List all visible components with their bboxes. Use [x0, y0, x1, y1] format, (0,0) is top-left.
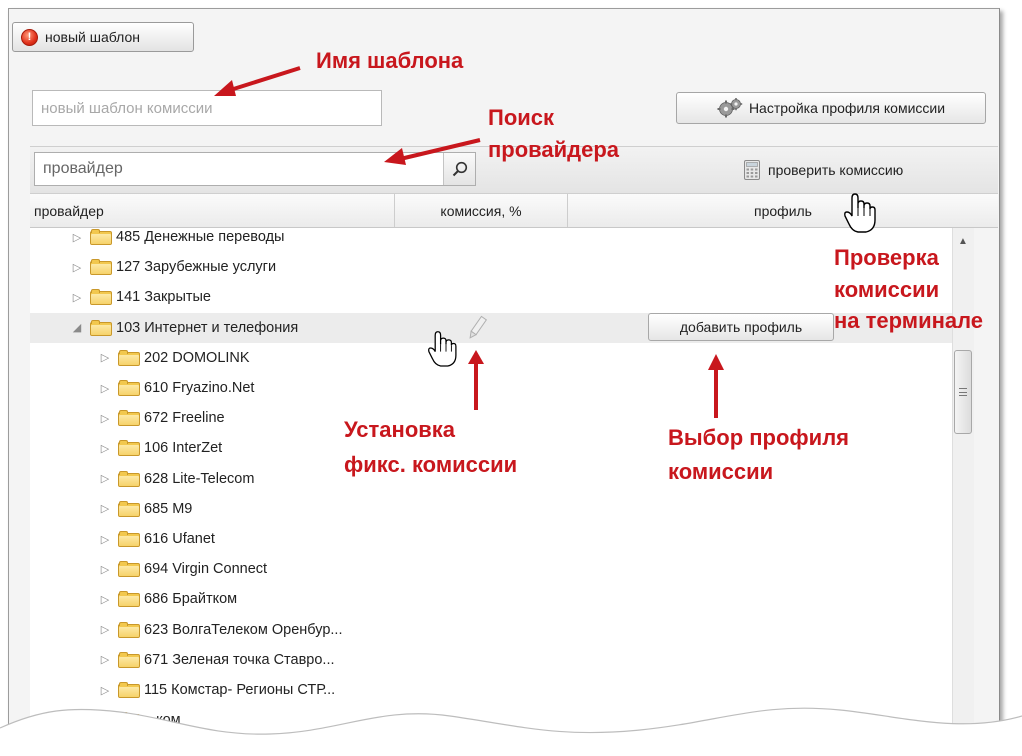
- folder-icon: [118, 621, 140, 638]
- expand-arrow-icon[interactable]: ▷: [70, 231, 84, 244]
- expand-arrow-icon[interactable]: ▷: [98, 382, 112, 395]
- expand-arrow-icon[interactable]: ▷: [98, 502, 112, 515]
- calculator-icon: [744, 160, 760, 180]
- tree-row-label: 623 ВолгаТелеком Оренбур...: [144, 621, 343, 638]
- folder-icon: [118, 531, 140, 547]
- tree-row[interactable]: ▷ 671 Зеленая точка Ставро...: [30, 645, 952, 675]
- tree-row-label: 671 Зеленая точка Ставро...: [144, 651, 335, 668]
- column-commission[interactable]: комиссия, %: [395, 194, 568, 227]
- tree-row-label: 686 Брайтком: [144, 591, 238, 608]
- tree-row-label: 685 M9: [144, 500, 193, 517]
- expand-arrow-icon[interactable]: ▷: [98, 653, 112, 666]
- folder-icon: [90, 319, 112, 336]
- annotation-profile-choice-line1: Выбор профиля: [668, 425, 850, 450]
- annotation-fixed-commission-line2: фикс. комиссии: [344, 452, 518, 477]
- tree-column-header: провайдер комиссия, % профиль: [30, 194, 998, 228]
- annotation-provider-search-line2: провайдера: [488, 137, 620, 162]
- folder-icon: [118, 470, 140, 487]
- tree-row-label: 141 Закрытые: [116, 289, 212, 306]
- annotation-provider-search-line1: Поиск: [488, 105, 555, 130]
- expand-arrow-icon[interactable]: ▷: [98, 351, 112, 364]
- magnifier-icon: [452, 161, 467, 177]
- tree-row-label: 106 InterZet: [144, 440, 223, 457]
- tree-row-label: 616 Ufanet: [144, 531, 215, 547]
- provider-search-input[interactable]: [35, 153, 443, 185]
- profile-settings-button[interactable]: Настройка профиля комиссии: [676, 92, 986, 124]
- tree-row[interactable]: ▷ 694 Virgin Connect: [30, 554, 952, 584]
- tree-row[interactable]: ▷ 685 M9: [30, 494, 952, 524]
- tree-row[interactable]: ▷ 485 Денежные переводы: [30, 228, 952, 252]
- pencil-icon[interactable]: [466, 314, 488, 342]
- annotation-profile-choice-line2: комиссии: [668, 459, 774, 484]
- check-commission-label: проверить комиссию: [768, 162, 904, 178]
- annotation-fixed-commission-line1: Установка: [344, 417, 456, 442]
- tree-row-label: 694 Virgin Connect: [144, 561, 268, 578]
- add-profile-button[interactable]: добавить профиль: [648, 313, 834, 341]
- gears-icon: [717, 98, 743, 118]
- expand-arrow-icon[interactable]: ▷: [98, 412, 112, 425]
- check-commission-button[interactable]: проверить комиссию: [736, 154, 970, 186]
- annotation-check-commission-line1: Проверка: [834, 245, 939, 270]
- expand-arrow-icon[interactable]: ▷: [98, 533, 112, 546]
- expand-arrow-icon[interactable]: ▷: [98, 563, 112, 576]
- provider-tree: ▷ 485 Денежные переводы ▷ 127 Зарубежные ус…: [30, 228, 952, 748]
- folder-icon: [118, 500, 140, 517]
- folder-icon: [118, 591, 140, 608]
- folder-icon: [90, 259, 112, 276]
- tree-row-label: 103 Интернет и телефония: [116, 319, 299, 336]
- expand-arrow-icon[interactable]: ▷: [98, 472, 112, 485]
- expand-arrow-icon[interactable]: ▷: [98, 623, 112, 636]
- expand-arrow-icon[interactable]: ▷: [70, 291, 84, 304]
- folder-icon: [118, 651, 140, 668]
- tree-row[interactable]: ▷ 686 Брайтком: [30, 584, 952, 614]
- vertical-scrollbar[interactable]: [952, 228, 974, 748]
- tree-row-label: 202 DOMOLINK: [144, 349, 250, 366]
- folder-icon: [90, 229, 112, 245]
- folder-icon: [90, 289, 112, 306]
- folder-icon: [118, 349, 140, 366]
- expand-arrow-icon[interactable]: ▷: [98, 442, 112, 455]
- column-provider[interactable]: провайдер: [30, 194, 395, 227]
- profile-settings-label: Настройка профиля комиссии: [748, 100, 946, 116]
- new-template-tab[interactable]: ! новый шаблон: [12, 22, 194, 52]
- annotation-check-commission-line2: комиссии: [834, 277, 940, 302]
- template-name-input[interactable]: [32, 90, 382, 126]
- add-profile-label: добавить профиль: [679, 319, 803, 335]
- collapse-arrow-icon[interactable]: ◢: [70, 321, 84, 334]
- column-profile-label: профиль: [754, 202, 812, 219]
- tree-row[interactable]: ▷ 127 Зарубежные услуги: [30, 252, 952, 282]
- tree-row-label: 485 Денежные переводы: [116, 229, 285, 245]
- grip-icon: [959, 388, 967, 396]
- expand-arrow-icon[interactable]: ▷: [98, 593, 112, 606]
- scroll-thumb[interactable]: [954, 350, 972, 434]
- provider-search: [34, 152, 476, 186]
- tree-row-label: 628 Lite-Telecom: [144, 470, 255, 487]
- tree-row[interactable]: ▷ 141 Закрытые: [30, 282, 952, 312]
- tree-row[interactable]: ▷ 616 Ufanet: [30, 524, 952, 554]
- tree-row[interactable]: ▷ 202 DOMOLINK: [30, 343, 952, 373]
- tree-row-label: 672 Freeline: [144, 410, 225, 427]
- annotation-check-commission-line3: на терминале: [834, 308, 984, 333]
- folder-icon: [118, 380, 140, 396]
- annotation-template-name: Имя шаблона: [316, 48, 464, 73]
- torn-edge: [0, 707, 1022, 756]
- folder-icon: [118, 440, 140, 457]
- scroll-up-arrow-icon[interactable]: ▲: [954, 236, 972, 250]
- folder-icon: [118, 410, 140, 427]
- tree-row-label: 127 Зарубежные услуги: [116, 259, 277, 276]
- column-commission-label: комиссия, %: [440, 202, 522, 219]
- tab-label: новый шаблон: [45, 29, 140, 45]
- tree-row[interactable]: ▷ 623 ВолгаТелеком Оренбур...: [30, 615, 952, 645]
- folder-icon: [118, 561, 140, 578]
- search-button[interactable]: [443, 153, 475, 185]
- expand-arrow-icon[interactable]: ▷: [70, 261, 84, 274]
- column-profile[interactable]: профиль: [568, 194, 998, 227]
- tree-row-label: 610 Fryazino.Net: [144, 380, 255, 396]
- column-provider-label: провайдер: [34, 202, 104, 219]
- error-icon: !: [21, 28, 38, 46]
- tree-row[interactable]: ▷ 610 Fryazino.Net: [30, 373, 952, 403]
